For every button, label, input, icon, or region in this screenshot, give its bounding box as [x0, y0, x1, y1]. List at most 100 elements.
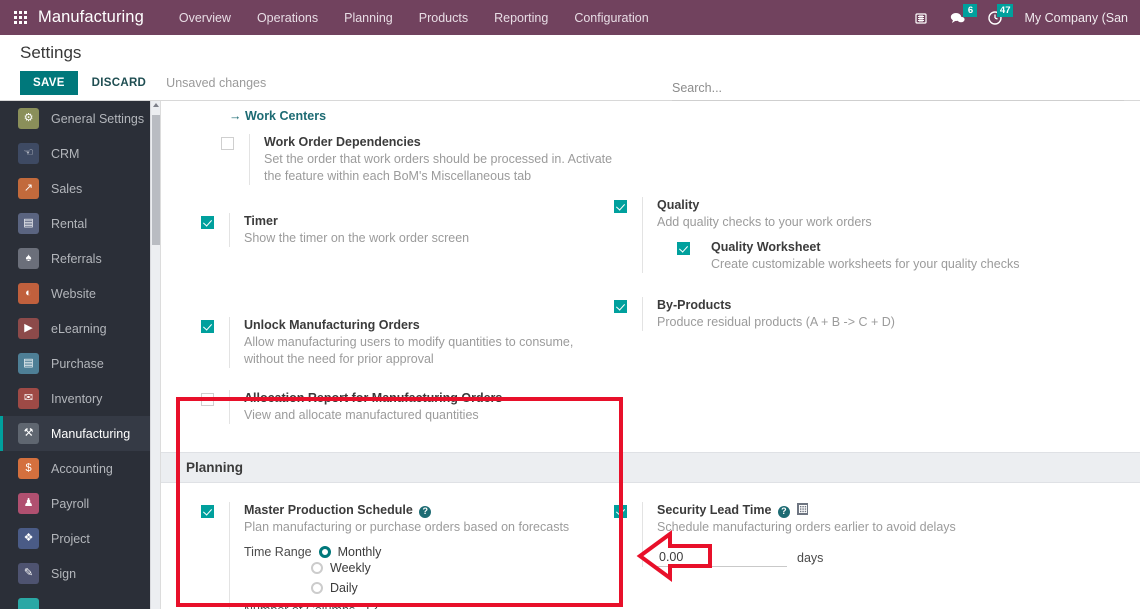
sidebar-item-crm[interactable]: ☜ CRM: [0, 136, 160, 171]
number-of-columns-input[interactable]: [362, 601, 585, 609]
website-globe-icon: ◐: [18, 283, 39, 304]
checkbox-cell: [614, 197, 642, 273]
setting-description: Add quality checks to your work orders: [657, 215, 872, 229]
setting-description: Create customizable worksheets for your …: [711, 257, 1020, 271]
quality-worksheet-checkbox[interactable]: [677, 242, 690, 255]
setting-text: Unlock Manufacturing Orders Allow manufa…: [229, 317, 614, 368]
menu-planning[interactable]: Planning: [331, 2, 406, 34]
allocation-report-checkbox[interactable]: [201, 393, 214, 406]
setting-description: Produce residual products (A + B -> C + …: [657, 315, 895, 329]
setting-timer: Timer Show the timer on the work order s…: [201, 208, 614, 255]
sidebar-item-purchase[interactable]: ▤ Purchase: [0, 346, 160, 381]
sidebar-item-website[interactable]: ◐ Website: [0, 276, 160, 311]
setting-text: Allocation Report for Manufacturing Orde…: [229, 390, 614, 424]
security-lead-time-checkbox[interactable]: [614, 505, 627, 518]
sidebar-item-elearning[interactable]: ▶ eLearning: [0, 311, 160, 346]
setting-text: Quality Add quality checks to your work …: [642, 197, 1027, 273]
discard-button[interactable]: DISCARD: [78, 71, 161, 95]
menu-overview[interactable]: Overview: [166, 2, 244, 34]
sidebar-item-payroll[interactable]: ♟ Payroll: [0, 486, 160, 521]
app-brand-name[interactable]: Manufacturing: [38, 8, 144, 27]
sidebar-item-referrals[interactable]: ♠ Referrals: [0, 241, 160, 276]
time-range-daily-label: Daily: [330, 581, 358, 595]
setting-title: Allocation Report for Manufacturing Orde…: [244, 391, 503, 405]
help-icon[interactable]: ?: [419, 505, 432, 518]
number-of-columns-label: Number of Columns: [244, 603, 355, 609]
accounting-icon: $: [18, 458, 39, 479]
rental-card-icon: ▤: [18, 213, 39, 234]
checkbox-cell: [201, 317, 229, 368]
time-range-daily-radio[interactable]: [311, 582, 323, 594]
help-icon[interactable]: ?: [777, 505, 790, 518]
search-input[interactable]: Search...: [672, 79, 1124, 101]
setting-text: Master Production Schedule ? Plan manufa…: [229, 502, 614, 609]
planning-group: Master Production Schedule ? Plan manufa…: [161, 483, 1140, 609]
main-menu: Overview Operations Planning Products Re…: [166, 2, 662, 34]
quality-checkbox[interactable]: [614, 200, 627, 213]
setting-title: Security Lead Time ?: [657, 502, 1027, 519]
sidebar-item-label: Sales: [51, 181, 83, 196]
save-button[interactable]: SAVE: [20, 71, 78, 95]
activities-clock-icon[interactable]: 47: [978, 3, 1014, 30]
sidebar-item-sign[interactable]: ✎ Sign: [0, 556, 160, 591]
scrollbar-thumb[interactable]: [152, 115, 160, 245]
sidebar-item-label: Inventory: [51, 391, 103, 406]
setting-quality-worksheet: Quality Worksheet Create customizable wo…: [677, 239, 1027, 273]
menu-reporting[interactable]: Reporting: [481, 2, 561, 34]
time-range-weekly-option[interactable]: Weekly: [311, 561, 614, 575]
search-placeholder: Search...: [672, 81, 723, 95]
company-name[interactable]: My Company (San: [1014, 11, 1132, 25]
sidebar-item-inventory[interactable]: ✉ Inventory: [0, 381, 160, 416]
scroll-up-arrow-icon[interactable]: [153, 103, 159, 107]
setting-quality: Quality Add quality checks to your work …: [614, 192, 1027, 281]
building-icon: [797, 503, 809, 515]
phone-icon[interactable]: [904, 6, 938, 30]
apps-grid-icon[interactable]: [14, 11, 27, 24]
menu-products[interactable]: Products: [406, 2, 481, 34]
time-range-monthly-radio[interactable]: [318, 546, 331, 558]
systray: 6 47 My Company (San: [904, 3, 1132, 30]
security-lead-time-input[interactable]: [657, 549, 787, 567]
menu-configuration[interactable]: Configuration: [561, 2, 661, 34]
security-lead-time-row: days: [657, 549, 1027, 567]
sidebar-item-manufacturing[interactable]: ⚒ Manufacturing: [0, 416, 160, 451]
work-centers-group: → Work Centers Work Order Dependencies S…: [161, 101, 1140, 432]
work-order-dependencies-checkbox[interactable]: [221, 137, 234, 150]
sidebar-item-label: Project: [51, 531, 90, 546]
sidebar-item-label: Accounting: [51, 461, 113, 476]
sidebar-item-label: Website: [51, 286, 96, 301]
sidebar-item-label: Referrals: [51, 251, 102, 266]
timer-checkbox[interactable]: [201, 216, 214, 229]
sidebar-item-partial[interactable]: [0, 591, 160, 609]
app-body: ⚙ General Settings ☜ CRM ↗ Sales ▤ Renta…: [0, 101, 1140, 609]
time-range-daily-option[interactable]: Daily: [311, 581, 614, 595]
work-centers-link[interactable]: → Work Centers: [229, 109, 326, 123]
settings-right-column: Quality Add quality checks to your work …: [614, 107, 1027, 432]
sidebar-item-rental[interactable]: ▤ Rental: [0, 206, 160, 241]
setting-title: Quality: [657, 198, 700, 212]
checkbox-cell: [614, 502, 642, 567]
sidebar-item-project[interactable]: ❖ Project: [0, 521, 160, 556]
sidebar-item-accounting[interactable]: $ Accounting: [0, 451, 160, 486]
inventory-box-icon: ✉: [18, 388, 39, 409]
menu-operations[interactable]: Operations: [244, 2, 331, 34]
time-range-weekly-radio[interactable]: [311, 562, 323, 574]
by-products-checkbox[interactable]: [614, 300, 627, 313]
sign-pen-icon: ✎: [18, 563, 39, 584]
sidebar-scrollbar[interactable]: [150, 101, 160, 609]
sidebar-item-general-settings[interactable]: ⚙ General Settings: [0, 101, 160, 136]
setting-description: Set the order that work orders should be…: [264, 152, 613, 183]
sidebar-item-label: Manufacturing: [51, 426, 131, 441]
sidebar-item-label: Purchase: [51, 356, 104, 371]
messages-icon[interactable]: 6: [940, 3, 978, 30]
settings-left-column: → Work Centers Work Order Dependencies S…: [201, 107, 614, 432]
activities-badge: 47: [996, 3, 1014, 17]
sidebar-item-sales[interactable]: ↗ Sales: [0, 171, 160, 206]
mps-title-text: Master Production Schedule: [244, 503, 413, 517]
time-range-weekly-label: Weekly: [330, 561, 371, 575]
setting-title: Quality Worksheet: [711, 240, 821, 254]
master-production-schedule-checkbox[interactable]: [201, 505, 214, 518]
page-title: Settings: [20, 43, 82, 62]
checkbox-cell: [201, 390, 229, 424]
unlock-manufacturing-orders-checkbox[interactable]: [201, 320, 214, 333]
